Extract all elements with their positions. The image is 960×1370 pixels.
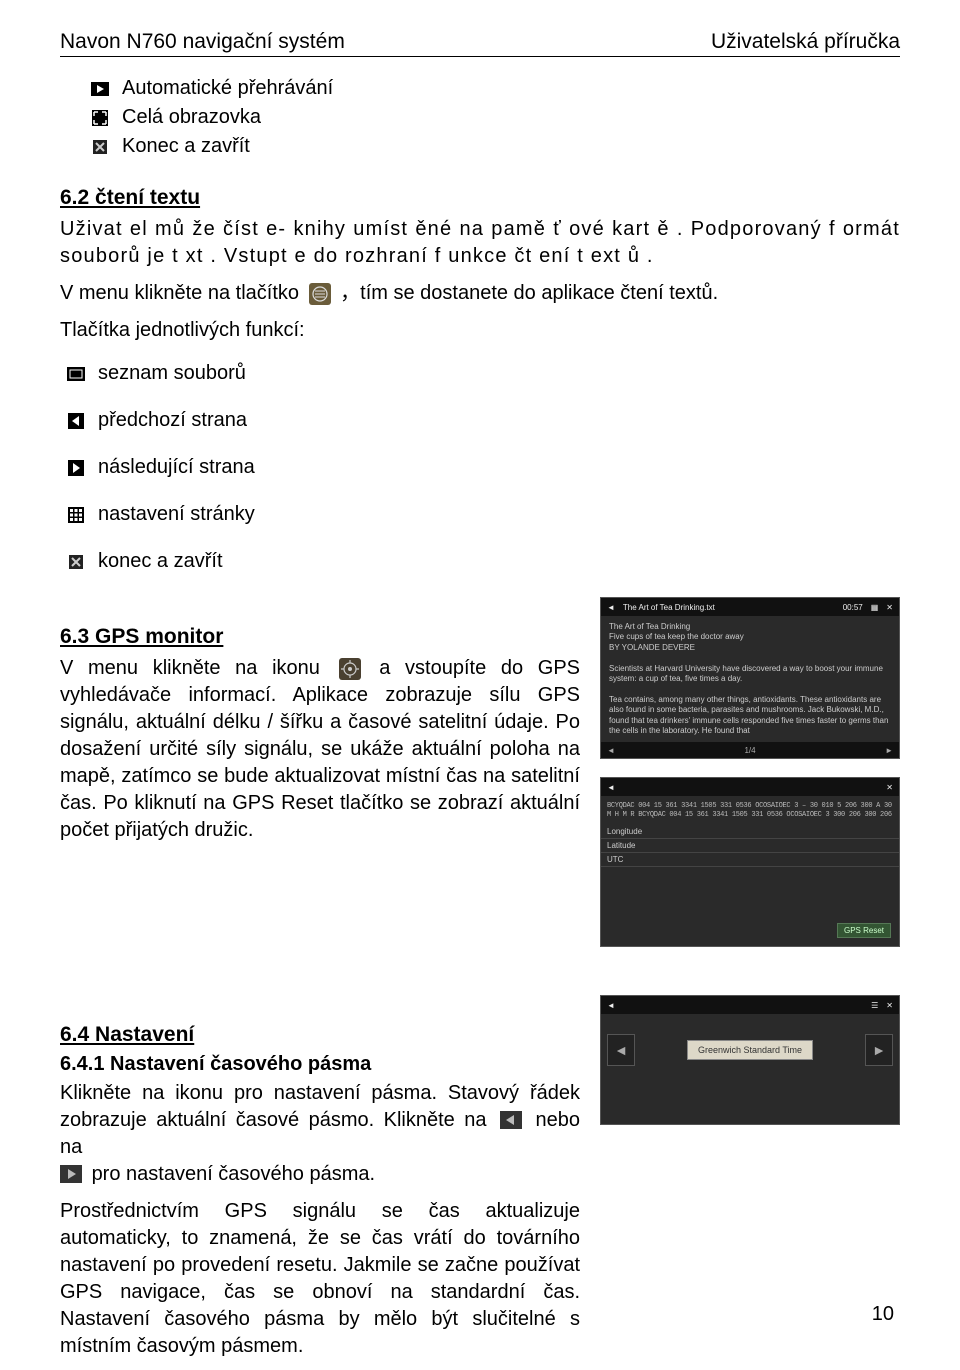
media-options: Automatické přehrávání Celá obrazovka Ko… — [60, 77, 900, 158]
prev-icon: ◄ — [607, 746, 615, 755]
grid-icon: ▦ — [871, 603, 879, 612]
func-label: nastavení stránky — [98, 503, 255, 526]
row-latitude: Latitude — [601, 839, 899, 853]
section-6-4-1-p1: Klikněte na ikonu pro nastavení pásma. S… — [60, 1080, 580, 1188]
func-label: následující strana — [98, 456, 255, 479]
fullscreen-icon — [90, 108, 110, 128]
screenshot-gps-monitor: ◄ ✕ BCYQDAC 004 15 361 3341 1505 331 053… — [600, 777, 900, 947]
page-header: Navon N760 navigační systém Uživatelská … — [60, 30, 900, 57]
section-6-2-title: 6.2 čtení textu — [60, 186, 900, 210]
option-autoplay: Automatické přehrávání — [90, 77, 900, 100]
gps-raw-data: BCYQDAC 004 15 361 3341 1505 331 0536 OC… — [601, 796, 899, 825]
back-icon: ◄ — [607, 1001, 615, 1010]
section-6-4-1-p2: Prostřednictvím GPS signálu se čas aktua… — [60, 1198, 580, 1360]
text-reader-icon — [309, 283, 331, 305]
func-label: konec a zavřít — [98, 550, 223, 573]
close-icon: ✕ — [886, 1001, 893, 1010]
arrow-right-icon — [60, 1164, 82, 1186]
func-label: předchozí strana — [98, 409, 247, 432]
option-fullscreen: Celá obrazovka — [90, 106, 900, 129]
func-next-page: následující strana — [66, 456, 900, 479]
back-icon: ◄ — [607, 603, 615, 612]
shot-page: 1/4 — [744, 746, 755, 755]
settings-icon: ☰ — [871, 1001, 878, 1010]
function-list: seznam souborů předchozí strana následuj… — [60, 362, 900, 573]
section-6-3-body: V menu klikněte na ikonu a vstoupíte do … — [60, 655, 580, 844]
text-fragment: V menu klikněte na ikonu — [60, 657, 320, 679]
option-label: Automatické přehrávání — [122, 77, 333, 100]
section-6-2-menu-line: V menu klikněte na tlačítko ，tím se dost… — [60, 280, 900, 307]
shot-body: The Art of Tea Drinking Five cups of tea… — [601, 616, 899, 742]
option-label: Konec a zavřít — [122, 135, 250, 158]
close-icon — [66, 552, 86, 572]
gps-reset-button: GPS Reset — [837, 923, 891, 938]
section-6-2-func-label: Tlačítka jednotlivých funkcí: — [60, 317, 900, 344]
section-6-3-title: 6.3 GPS monitor — [60, 625, 580, 649]
tz-current-label: Greenwich Standard Time — [687, 1040, 813, 1060]
doc-type: Uživatelská příručka — [711, 30, 900, 54]
section-6-4-1-title: 6.4.1 Nastavení časového pásma — [60, 1053, 580, 1076]
shot-time: 00:57 — [843, 603, 863, 612]
func-close: konec a zavřít — [66, 550, 900, 573]
screenshot-text-reader: ◄ The Art of Tea Drinking.txt 00:57 ▦ ✕ … — [600, 597, 900, 759]
next-icon: ► — [885, 746, 893, 755]
func-file-list: seznam souborů — [66, 362, 900, 385]
product-name: Navon N760 navigační systém — [60, 30, 345, 54]
option-close: Konec a zavřít — [90, 135, 900, 158]
close-icon: ✕ — [886, 603, 893, 612]
text-fragment: V menu klikněte na tlačítko — [60, 282, 299, 304]
shot-title: The Art of Tea Drinking.txt — [623, 603, 835, 612]
row-longitude: Longitude — [601, 825, 899, 839]
close-icon — [90, 137, 110, 157]
close-icon: ✕ — [886, 783, 893, 792]
page-number: 10 — [872, 1303, 894, 1326]
grid-icon — [66, 505, 86, 525]
text-fragment: pro nastavení časového pásma. — [92, 1163, 376, 1185]
text-fragment: ，tím se dostanete do aplikace čtení text… — [340, 282, 718, 304]
text-fragment: a vstoupíte do GPS vyhledávače informací… — [60, 657, 580, 841]
section-6-2-intro: Uživat el mů že číst e- knihy umíst ěné … — [60, 216, 900, 270]
func-label: seznam souborů — [98, 362, 246, 385]
gps-fields: Longitude Latitude UTC — [601, 825, 899, 867]
arrow-left-icon — [500, 1110, 522, 1132]
section-6-4-title: 6.4 Nastavení — [60, 1023, 580, 1047]
screenshot-timezone: ◄ ☰ ✕ ◄ Greenwich Standard Time ► — [600, 995, 900, 1125]
gps-monitor-icon — [339, 658, 361, 680]
option-label: Celá obrazovka — [122, 106, 261, 129]
func-page-settings: nastavení stránky — [66, 503, 900, 526]
file-list-icon — [66, 364, 86, 384]
func-prev-page: předchozí strana — [66, 409, 900, 432]
next-page-icon — [66, 458, 86, 478]
tz-next-button: ► — [865, 1034, 893, 1066]
back-icon: ◄ — [607, 783, 615, 792]
row-utc: UTC — [601, 853, 899, 867]
tz-prev-button: ◄ — [607, 1034, 635, 1066]
play-icon — [90, 79, 110, 99]
prev-page-icon — [66, 411, 86, 431]
